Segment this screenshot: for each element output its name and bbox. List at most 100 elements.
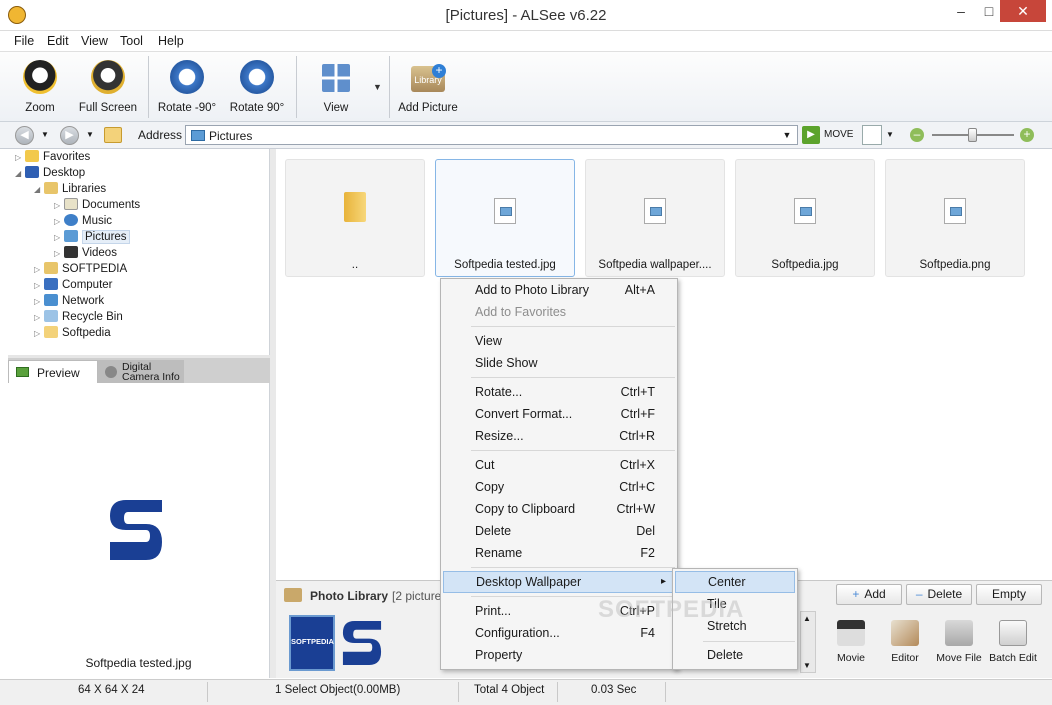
rotate-left-button[interactable]: Rotate -90° [155, 54, 219, 120]
expand-arrow-icon[interactable]: ▷ [54, 198, 64, 214]
movie-tool[interactable]: Movie [826, 620, 876, 664]
zoom-slider-thumb[interactable] [968, 128, 977, 142]
zoom-out-icon[interactable]: – [910, 128, 924, 142]
expand-arrow-icon[interactable]: ▷ [54, 246, 64, 262]
view-mode-dropdown-arrow[interactable]: ▼ [886, 130, 894, 139]
library-scrollbar[interactable]: ▲ ▼ [800, 611, 816, 673]
expand-arrow-icon[interactable]: ▷ [34, 326, 44, 342]
rotate-right-button[interactable]: Rotate 90° [226, 54, 288, 120]
menu-cut[interactable]: Cut Ctrl+X [443, 454, 675, 476]
tree-item-softpedia-drive[interactable]: ▷ SOFTPEDIA [34, 261, 127, 277]
view-mode-button[interactable] [862, 125, 882, 145]
menu-item-label: Add to Favorites [475, 305, 567, 319]
move-go-icon[interactable]: ▶ [802, 126, 820, 144]
library-delete-button[interactable]: – Delete [906, 584, 972, 605]
tree-item-documents[interactable]: ▷ Documents [54, 197, 140, 213]
expand-arrow-icon[interactable]: ▷ [34, 262, 44, 278]
library-thumb-s-logo[interactable] [340, 616, 384, 670]
menu-delete[interactable]: Delete Del [443, 520, 675, 542]
menu-item-label: Rename [475, 546, 523, 560]
library-thumb-softpedia[interactable]: SOFTPEDIA [289, 615, 335, 671]
collapse-arrow-icon[interactable]: ◢ [15, 166, 25, 182]
expand-arrow-icon[interactable]: ▷ [34, 310, 44, 326]
menu-view[interactable]: View [81, 34, 108, 48]
folder-icon [344, 192, 366, 222]
tree-item-desktop[interactable]: ◢ Desktop [15, 165, 85, 181]
back-button[interactable]: ◀ [15, 126, 34, 145]
tree-item-libraries[interactable]: ◢ Libraries [34, 181, 106, 197]
tree-label: Videos [82, 247, 117, 259]
add-picture-button[interactable]: Library + Add Picture [396, 54, 460, 120]
tab-camera-info[interactable]: Digital Camera Info [98, 360, 184, 383]
submenu-center[interactable]: Center [675, 571, 795, 593]
back-dropdown-arrow[interactable]: ▼ [41, 130, 49, 139]
minimize-button[interactable]: – [946, 0, 976, 22]
menu-help[interactable]: Help [158, 34, 184, 48]
file-item-selected[interactable]: Softpedia tested.jpg [435, 159, 575, 277]
tree-item-network[interactable]: ▷ Network [34, 293, 104, 309]
scroll-up-icon[interactable]: ▲ [803, 614, 811, 623]
libraries-icon [44, 182, 58, 194]
menu-tool[interactable]: Tool [120, 34, 143, 48]
forward-button[interactable]: ▶ [60, 126, 79, 145]
menu-resize[interactable]: Resize... Ctrl+R [443, 425, 675, 447]
file-item[interactable]: Softpedia.png [885, 159, 1025, 277]
collapse-arrow-icon[interactable]: ◢ [34, 182, 44, 198]
folder-up-icon[interactable] [104, 127, 122, 143]
move-button[interactable]: MOVE [824, 129, 853, 140]
menu-file[interactable]: File [14, 34, 34, 48]
menu-desktop-wallpaper[interactable]: Desktop Wallpaper ▸ [443, 571, 675, 593]
file-item[interactable]: Softpedia.jpg [735, 159, 875, 277]
zoom-button[interactable]: Zoom [12, 54, 68, 120]
expand-arrow-icon[interactable]: ▷ [54, 230, 64, 246]
tree-item-softpedia-folder[interactable]: ▷ Softpedia [34, 325, 111, 341]
folder-icon [44, 326, 58, 338]
expand-arrow-icon[interactable]: ▷ [54, 214, 64, 230]
tab-preview[interactable]: Preview [8, 360, 98, 383]
preview-icon [16, 367, 29, 377]
full-screen-button[interactable]: Full Screen [76, 54, 140, 120]
menu-rename[interactable]: Rename F2 [443, 542, 675, 564]
info-icon [105, 366, 117, 378]
library-empty-button[interactable]: Empty [976, 584, 1042, 605]
move-file-tool[interactable]: Move File [934, 620, 984, 664]
file-item[interactable]: Softpedia wallpaper.... [585, 159, 725, 277]
toolbar: Zoom Full Screen Rotate -90° Rotate 90° … [0, 52, 1052, 122]
forward-dropdown-arrow[interactable]: ▼ [86, 130, 94, 139]
address-dropdown-arrow[interactable]: ▼ [779, 126, 795, 144]
menu-slide-show[interactable]: Slide Show [443, 352, 675, 374]
tree-item-recycle-bin[interactable]: ▷ Recycle Bin [34, 309, 123, 325]
menu-item-label: Delete [475, 524, 512, 538]
menu-convert-format[interactable]: Convert Format... Ctrl+F [443, 403, 675, 425]
library-add-button[interactable]: + Add [836, 584, 902, 605]
menu-view[interactable]: View [443, 330, 675, 352]
zoom-in-icon[interactable]: + [1020, 128, 1034, 142]
address-input[interactable]: Pictures ▼ [185, 125, 798, 145]
menu-copy-to-clipboard[interactable]: Copy to Clipboard Ctrl+W [443, 498, 675, 520]
menu-rotate[interactable]: Rotate... Ctrl+T [443, 381, 675, 403]
menu-edit[interactable]: Edit [47, 34, 69, 48]
tree-item-videos[interactable]: ▷ Videos [54, 245, 117, 261]
add-plus-icon: + [432, 64, 446, 78]
submenu-delete[interactable]: Delete [675, 644, 795, 666]
tree-item-pictures[interactable]: ▷ Pictures [54, 229, 130, 245]
tree-item-computer[interactable]: ▷ Computer [34, 277, 113, 293]
batch-edit-tool[interactable]: Batch Edit [988, 620, 1038, 664]
expand-arrow-icon[interactable]: ▷ [34, 294, 44, 310]
expand-arrow-icon[interactable]: ▷ [15, 150, 25, 166]
close-button[interactable]: ✕ [1000, 0, 1046, 22]
editor-tool[interactable]: Editor [880, 620, 930, 664]
expand-arrow-icon[interactable]: ▷ [34, 278, 44, 294]
menu-copy[interactable]: Copy Ctrl+C [443, 476, 675, 498]
view-button[interactable]: View [312, 54, 360, 120]
menu-configuration[interactable]: Configuration... F4 [443, 622, 675, 644]
scroll-down-icon[interactable]: ▼ [803, 661, 811, 670]
preview-filename: Softpedia tested.jpg [85, 656, 192, 670]
tree-item-music[interactable]: ▷ Music [54, 213, 112, 229]
view-dropdown-arrow[interactable]: ▼ [373, 82, 382, 92]
menu-property[interactable]: Property [443, 644, 675, 666]
file-item-parent[interactable]: .. [285, 159, 425, 277]
documents-icon [64, 198, 78, 210]
menu-add-to-photo-library[interactable]: Add to Photo Library Alt+A [443, 279, 675, 301]
tree-item-favorites[interactable]: ▷ Favorites [15, 149, 90, 165]
